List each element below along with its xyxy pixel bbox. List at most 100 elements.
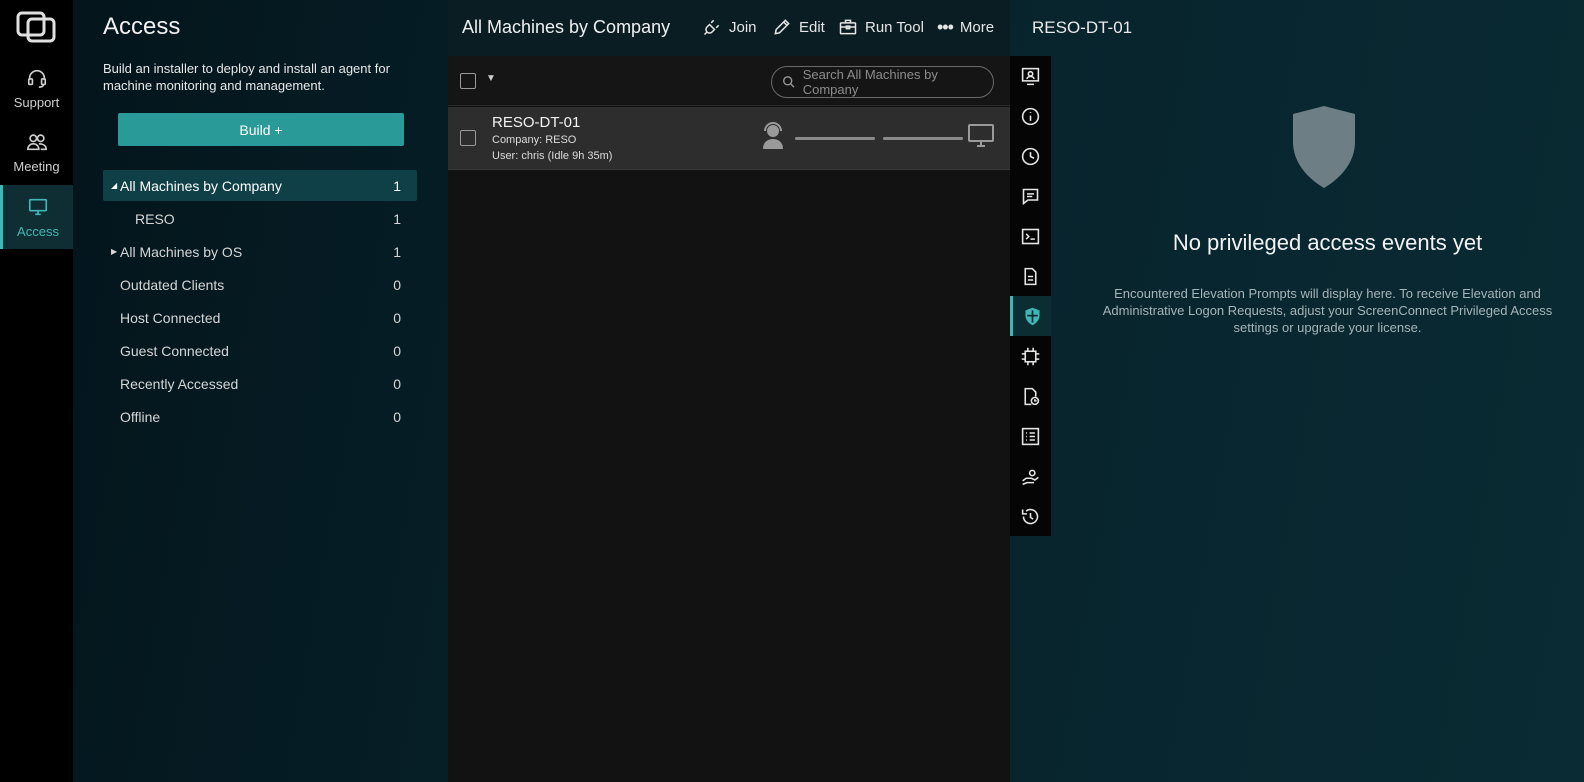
- detail-tab-strip: [1010, 56, 1051, 536]
- group-count: 0: [393, 375, 401, 392]
- file-clock-icon: [1024, 387, 1040, 405]
- presenter-icon: [1021, 67, 1040, 85]
- tab-device[interactable]: [1010, 336, 1051, 376]
- terminal-icon: [1021, 228, 1040, 244]
- group-count: 1: [393, 243, 401, 260]
- machine-row[interactable]: RESO-DT-01 Company: RESO User: chris (Id…: [448, 107, 1010, 170]
- more-button[interactable]: ••• More: [937, 17, 994, 38]
- tab-reports[interactable]: [1010, 376, 1051, 416]
- nav-item-access[interactable]: Access: [0, 185, 73, 249]
- nav-item-meeting[interactable]: Meeting: [0, 120, 73, 184]
- empty-state-description: Encountered Elevation Prompts will displ…: [1102, 286, 1553, 335]
- tab-start[interactable]: [1010, 56, 1051, 96]
- expand-triangle-icon[interactable]: ▶: [111, 247, 117, 256]
- machine-list-panel: All Machines by Company Join Edit Run To…: [448, 0, 1010, 782]
- group-label: Recently Accessed: [120, 375, 239, 392]
- machine-name: RESO-DT-01: [492, 114, 581, 131]
- group-all-machines-by-os[interactable]: ▶ All Machines by OS 1: [103, 236, 417, 267]
- tab-history[interactable]: [1010, 496, 1051, 536]
- info-icon: [1021, 107, 1040, 125]
- connection-line-guest: [883, 137, 963, 140]
- tab-toolbox[interactable]: [1010, 456, 1051, 496]
- machine-user: User: chris (Idle 9h 35m): [492, 150, 613, 162]
- list-title: All Machines by Company: [462, 17, 671, 37]
- group-label: All Machines by Company: [120, 177, 282, 194]
- group-label: Host Connected: [120, 309, 221, 326]
- document-icon: [1024, 267, 1037, 285]
- group-label: All Machines by OS: [120, 243, 243, 260]
- group-label: Outdated Clients: [120, 276, 225, 293]
- pencil-icon: [774, 19, 790, 35]
- empty-state-heading: No privileged access events yet: [1172, 230, 1483, 255]
- people-icon: [26, 133, 47, 150]
- search-icon: [783, 76, 795, 88]
- monitor-icon: [28, 198, 48, 215]
- headset-icon: [27, 69, 46, 88]
- host-agent-icon: [763, 122, 783, 149]
- group-all-machines-by-company[interactable]: ◢ All Machines by Company 1: [103, 170, 417, 201]
- tab-info[interactable]: [1010, 96, 1051, 136]
- group-label: Guest Connected: [120, 342, 229, 359]
- group-count: 1: [393, 210, 401, 227]
- group-host-connected[interactable]: Host Connected 0: [103, 302, 417, 333]
- chip-icon: [1021, 347, 1040, 365]
- shield-placeholder-icon: [1293, 106, 1355, 188]
- group-count: 0: [393, 408, 401, 425]
- more-label: More: [959, 19, 995, 36]
- group-label: Offline: [120, 408, 161, 425]
- group-outdated-clients[interactable]: Outdated Clients 0: [103, 269, 417, 300]
- join-label: Join: [729, 18, 757, 36]
- group-recently-accessed[interactable]: Recently Accessed 0: [103, 368, 417, 399]
- access-panel: Access Build an installer to deploy and …: [73, 0, 448, 782]
- tab-timeline[interactable]: [1010, 136, 1051, 176]
- search-placeholder: Search All Machines by Company: [802, 67, 938, 97]
- page-title: Access: [103, 13, 181, 40]
- group-label: RESO: [135, 210, 175, 227]
- run-tool-label: Run Tool: [865, 18, 924, 36]
- group-count: 0: [393, 276, 401, 293]
- nav-item-label: Meeting: [13, 158, 60, 174]
- edit-label: Edit: [799, 18, 825, 36]
- nav-item-label: Access: [17, 223, 59, 239]
- group-guest-connected[interactable]: Guest Connected 0: [103, 335, 417, 366]
- plug-icon: [703, 19, 720, 36]
- list-header: All Machines by Company Join Edit Run To…: [448, 0, 1010, 56]
- tab-notes[interactable]: [1010, 256, 1051, 296]
- group-reso[interactable]: RESO 1: [103, 203, 417, 234]
- nav-item-support[interactable]: Support: [0, 56, 73, 120]
- guest-monitor-icon: [968, 124, 994, 147]
- group-count: 0: [393, 342, 401, 359]
- access-description: Build an installer to deploy and install…: [103, 61, 390, 93]
- more-dots-icon: •••: [937, 17, 954, 37]
- row-checkbox[interactable]: [460, 130, 476, 146]
- chat-icon: [1022, 188, 1039, 205]
- clock-icon: [1021, 147, 1040, 165]
- nav-rail: Support Meeting Access: [0, 0, 73, 782]
- edit-button[interactable]: Edit: [772, 17, 825, 37]
- group-offline[interactable]: Offline 0: [103, 401, 417, 432]
- detail-title: RESO-DT-01: [1032, 18, 1133, 37]
- search-input[interactable]: Search All Machines by Company: [771, 66, 994, 98]
- group-count: 1: [393, 177, 401, 194]
- history-icon: [1021, 508, 1039, 524]
- collapse-triangle-icon[interactable]: ◢: [111, 181, 117, 190]
- connection-line-host: [795, 137, 875, 140]
- app-logo-icon[interactable]: [15, 10, 57, 44]
- tab-privileged-access[interactable]: [1010, 296, 1051, 336]
- list-icon: [1021, 427, 1040, 445]
- tab-commands[interactable]: [1010, 216, 1051, 256]
- hand-gear-icon: [1022, 469, 1039, 485]
- nav-item-label: Support: [13, 94, 60, 110]
- select-dropdown-icon[interactable]: ▼: [486, 73, 496, 84]
- tab-commands-list[interactable]: [1010, 416, 1051, 456]
- machine-company: Company: RESO: [492, 134, 577, 146]
- group-count: 0: [393, 309, 401, 326]
- toolbox-icon: [839, 19, 857, 35]
- build-installer-button[interactable]: Build +: [118, 113, 404, 146]
- join-button[interactable]: Join: [702, 17, 757, 37]
- list-toolbar: ▼ Search All Machines by Company: [448, 56, 1010, 106]
- tab-messages[interactable]: [1010, 176, 1051, 216]
- select-all-checkbox[interactable]: [460, 73, 476, 89]
- shield-icon: [1025, 307, 1039, 325]
- run-tool-button[interactable]: Run Tool: [838, 17, 924, 37]
